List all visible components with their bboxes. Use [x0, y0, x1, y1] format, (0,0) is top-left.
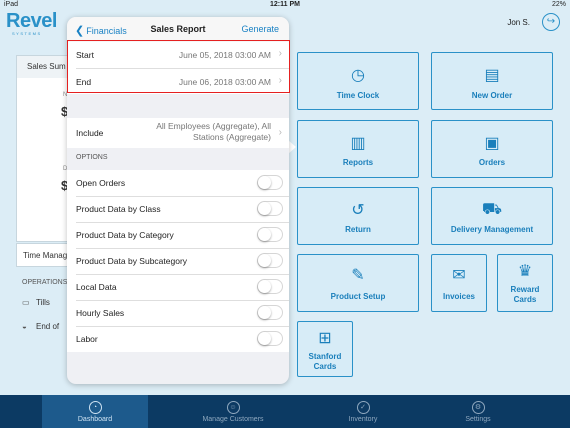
option-local-data: Local Data — [67, 274, 289, 300]
settings-icon: ⚙ — [471, 401, 485, 414]
logout-icon[interactable]: ↪ — [542, 13, 560, 31]
option-label: Hourly Sales — [76, 308, 125, 318]
till-icon: ▭ — [22, 298, 30, 307]
tile-stanford-cards[interactable]: ⊞ Stanford Cards — [297, 321, 353, 377]
gift-icon: ⊞ — [318, 330, 332, 347]
toggle-switch[interactable] — [257, 331, 283, 346]
tile-orders[interactable]: ▣ Orders — [431, 120, 553, 178]
dashboard-icon: ◔ — [88, 401, 102, 414]
tile-label: Return — [345, 225, 371, 234]
include-value-line-1: All Employees (Aggregate), All — [156, 121, 271, 131]
document-icon: ▤ — [484, 67, 500, 84]
bottom-nav: ◔ Dashboard ☺ Manage Customers ✓ Invento… — [0, 395, 570, 428]
option-label: Product Data by Class — [76, 204, 161, 214]
toggle-switch[interactable] — [257, 175, 283, 190]
ops-item-label: End of — [36, 322, 60, 331]
tile-invoices[interactable]: ✉ Invoices — [431, 254, 487, 312]
nav-dashboard[interactable]: ◔ Dashboard — [42, 395, 148, 428]
popover-pointer — [288, 140, 296, 154]
include-value: All Employees (Aggregate), All Stations … — [131, 121, 271, 143]
nav-label: Manage Customers — [202, 416, 264, 423]
revel-logo-sub: SYSTEMS — [12, 31, 42, 36]
date-range-highlight — [67, 40, 290, 93]
tile-label: Product Setup — [330, 292, 386, 301]
chart-icon: ▥ — [350, 135, 366, 152]
operations-label: OPERATIONS — [22, 279, 68, 286]
tile-label: Delivery Management — [450, 225, 534, 234]
nav-label: Settings — [465, 416, 491, 423]
tile-return[interactable]: ↺ Return — [297, 187, 419, 245]
tile-reports[interactable]: ▥ Reports — [297, 120, 419, 178]
include-label: Include — [76, 128, 104, 138]
toggle-switch[interactable] — [257, 253, 283, 268]
tile-label: Stanford Cards — [308, 352, 342, 371]
tile-label: Time Clock — [336, 91, 380, 100]
nav-inventory[interactable]: ✓ Inventory — [310, 395, 416, 428]
orders-icon: ▣ — [484, 135, 500, 152]
wrench-icon: ✎ — [351, 267, 365, 284]
envelope-icon: ✉ — [452, 267, 466, 284]
ops-item-label: Tills — [36, 298, 50, 307]
ops-item-tills[interactable]: ▭ Tills — [22, 298, 50, 307]
option-labor: Labor — [67, 326, 289, 352]
option-product-data-by-subcategory: Product Data by Subcategory — [67, 248, 289, 274]
inventory-icon: ✓ — [356, 401, 370, 414]
nav-manage-customers[interactable]: ☺ Manage Customers — [180, 395, 286, 428]
include-value-line-2: Stations (Aggregate) — [193, 132, 271, 142]
truck-icon: ⛟ — [481, 201, 503, 218]
option-open-orders: Open Orders — [67, 170, 289, 196]
tile-delivery-management[interactable]: ⛟ Delivery Management — [431, 187, 553, 245]
nav-label: Dashboard — [77, 416, 113, 423]
tile-time-clock[interactable]: ◷ Time Clock — [297, 52, 419, 110]
tile-new-order[interactable]: ▤ New Order — [431, 52, 553, 110]
option-hourly-sales: Hourly Sales — [67, 300, 289, 326]
toggle-switch[interactable] — [257, 305, 283, 320]
return-icon: ↺ — [351, 202, 365, 219]
option-label: Product Data by Category — [76, 230, 174, 240]
clock-label: 12:11 PM — [270, 1, 300, 8]
toggle-switch[interactable] — [257, 279, 283, 294]
tile-label: Reward Cards — [510, 285, 540, 304]
status-bar: iPad 12:11 PM 22% — [0, 0, 570, 10]
generate-button[interactable]: Generate — [241, 24, 279, 34]
trophy-icon: ♛ — [517, 263, 533, 280]
ops-item-end-of-day[interactable]: ◒ End of — [22, 322, 59, 331]
customers-icon: ☺ — [226, 401, 240, 414]
tile-label: Reports — [342, 158, 374, 167]
option-label: Product Data by Subcategory — [76, 256, 188, 266]
toggle-switch[interactable] — [257, 201, 283, 216]
tile-label: Orders — [478, 158, 506, 167]
option-label: Labor — [76, 334, 98, 344]
tile-product-setup[interactable]: ✎ Product Setup — [297, 254, 419, 312]
option-label: Open Orders — [76, 178, 126, 188]
sunset-icon: ◒ — [22, 322, 27, 331]
tile-reward-cards[interactable]: ♛ Reward Cards — [497, 254, 553, 312]
revel-logo: Revel — [6, 10, 57, 32]
option-label: Local Data — [76, 282, 117, 292]
clock-icon: ◷ — [351, 67, 365, 84]
tile-label: New Order — [471, 91, 513, 100]
option-product-data-by-class: Product Data by Class — [67, 196, 289, 222]
chevron-right-icon: › — [278, 127, 282, 138]
user-name[interactable]: Jon S. — [507, 18, 530, 27]
options-header: OPTIONS — [76, 154, 108, 161]
toggle-switch[interactable] — [257, 227, 283, 242]
option-product-data-by-category: Product Data by Category — [67, 222, 289, 248]
nav-settings[interactable]: ⚙ Settings — [425, 395, 531, 428]
include-row[interactable]: Include All Employees (Aggregate), All S… — [67, 118, 289, 148]
nav-label: Inventory — [348, 416, 378, 423]
tile-label: Invoices — [442, 292, 475, 301]
battery-label: 22% — [551, 1, 566, 8]
options-list: Open Orders Product Data by Class Produc… — [67, 170, 289, 352]
